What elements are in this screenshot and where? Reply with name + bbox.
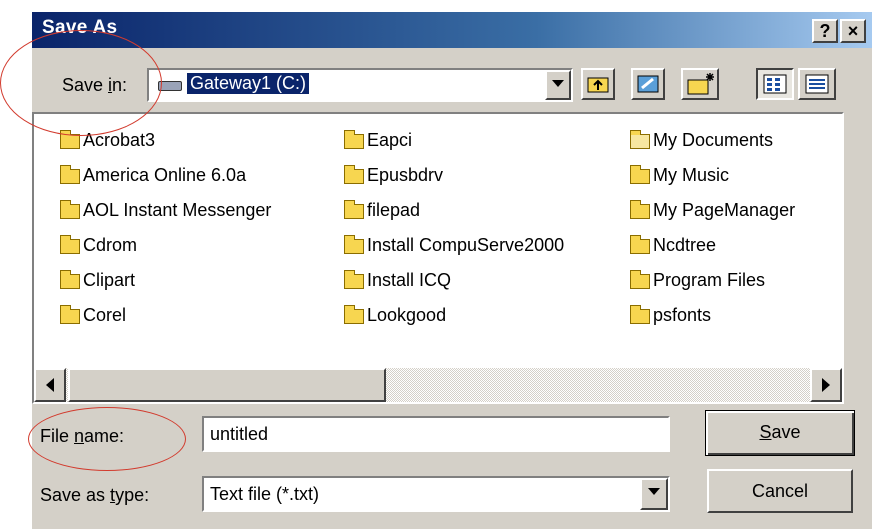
file-name-label: File name: [40,426,125,446]
list-view-button[interactable] [756,68,794,100]
file-list-item[interactable]: My Music [630,164,729,186]
file-list-item-label: Program Files [653,270,766,290]
file-list-item-label: Ncdtree [653,235,717,255]
folder-icon [60,304,80,324]
folder-icon [630,164,650,184]
file-list-item-label: America Online 6.0a [83,165,247,185]
file-list-item[interactable]: Install ICQ [344,269,452,291]
file-list-item[interactable]: Corel [60,304,127,326]
file-list-item-label: My Music [653,165,729,185]
folder-icon [344,129,364,149]
file-list-item-label: Eapci [367,130,413,150]
save-as-type-value: Text file (*.txt) [210,484,320,504]
file-list-item-label: Cdrom [83,235,138,255]
scroll-right-button[interactable] [810,368,842,402]
folder-icon [60,199,80,219]
new-folder-icon [687,73,714,95]
folder-icon [630,234,650,254]
desktop-button[interactable] [631,68,665,100]
file-list-item-label: Clipart [83,270,136,290]
save-button-label: Save [759,422,801,442]
folder-icon [60,129,80,149]
file-list-items: Acrobat3 America Online 6.0a AOL Instant M… [34,114,842,364]
file-list-item-label: Epusbdrv [367,165,444,185]
file-list-item-label: AOL Instant Messenger [83,200,272,220]
title-bar[interactable]: Save As ? × [32,12,872,48]
file-name-input[interactable]: untitled [202,416,670,452]
chevron-down-icon [648,488,660,495]
file-name-value: untitled [210,424,269,444]
file-list-item-label: Corel [83,305,127,325]
file-list-item[interactable]: My Documents [630,129,774,151]
file-list[interactable]: Acrobat3 America Online 6.0a AOL Instant M… [32,112,844,404]
save-as-type-dropdown[interactable]: Text file (*.txt) [202,476,670,512]
file-list-item[interactable]: Program Files [630,269,766,291]
file-list-item[interactable]: filepad [344,199,421,221]
file-list-item[interactable]: Install CompuServe2000 [344,234,565,256]
save-in-dropdown[interactable]: Gateway1 (C:) [147,68,573,102]
details-view-button[interactable] [798,68,836,100]
file-list-item[interactable]: AOL Instant Messenger [60,199,272,221]
file-list-item-label: psfonts [653,305,712,325]
file-list-item-label: Acrobat3 [83,130,156,150]
file-list-item[interactable]: My PageManager [630,199,796,221]
save-in-dropdown-arrow[interactable] [545,70,571,100]
horizontal-scrollbar[interactable] [34,368,842,402]
chevron-down-icon [552,80,564,87]
file-list-item[interactable]: Eapci [344,129,413,151]
list-view-icon [763,74,787,94]
desktop-icon [637,75,659,93]
file-list-item-label: Lookgood [367,305,447,325]
file-list-item[interactable]: Acrobat3 [60,129,156,151]
file-list-item-label: filepad [367,200,421,220]
hard-drive-icon [158,81,182,91]
up-folder-icon [587,77,609,93]
details-view-icon [805,74,829,94]
file-list-item[interactable]: America Online 6.0a [60,164,247,186]
folder-icon [630,304,650,324]
folder-icon [60,234,80,254]
save-as-type-label: Save as type: [40,485,150,505]
cancel-button[interactable]: Cancel [707,469,853,513]
file-list-item[interactable]: Lookgood [344,304,447,326]
file-list-item[interactable]: Clipart [60,269,136,291]
folder-icon [344,304,364,324]
file-list-item-label: Install CompuServe2000 [367,235,565,255]
folder-icon [60,164,80,184]
save-button[interactable]: Save [705,410,855,456]
file-list-item[interactable]: Cdrom [60,234,138,256]
scroll-thumb[interactable] [68,368,386,402]
file-list-item[interactable]: Epusbdrv [344,164,444,186]
new-folder-button[interactable] [681,68,719,100]
save-in-label: Save in: [62,75,128,95]
scroll-left-button[interactable] [34,368,66,402]
folder-icon [344,199,364,219]
file-list-item-label: Install ICQ [367,270,452,290]
cancel-button-label: Cancel [751,481,809,501]
file-list-item-label: My PageManager [653,200,796,220]
folder-icon [60,269,80,289]
file-list-item[interactable]: psfonts [630,304,712,326]
folder-icon [630,199,650,219]
file-list-item[interactable]: Ncdtree [630,234,717,256]
help-button[interactable]: ? [812,19,838,43]
file-list-item-label: My Documents [653,130,774,150]
close-button[interactable]: × [840,19,866,43]
up-one-level-button[interactable] [581,68,615,100]
save-as-type-dropdown-arrow[interactable] [640,478,668,510]
arrow-right-icon [822,378,830,392]
folder-icon [344,269,364,289]
arrow-left-icon [46,378,54,392]
my-documents-icon [630,129,650,149]
save-in-value: Gateway1 (C:) [185,72,311,95]
folder-icon [344,234,364,254]
folder-icon [630,269,650,289]
save-as-dialog: Save As ? × Save in: Gateway1 (C:) Acrob… [30,10,872,529]
dialog-title: Save As [42,17,118,38]
folder-icon [344,164,364,184]
